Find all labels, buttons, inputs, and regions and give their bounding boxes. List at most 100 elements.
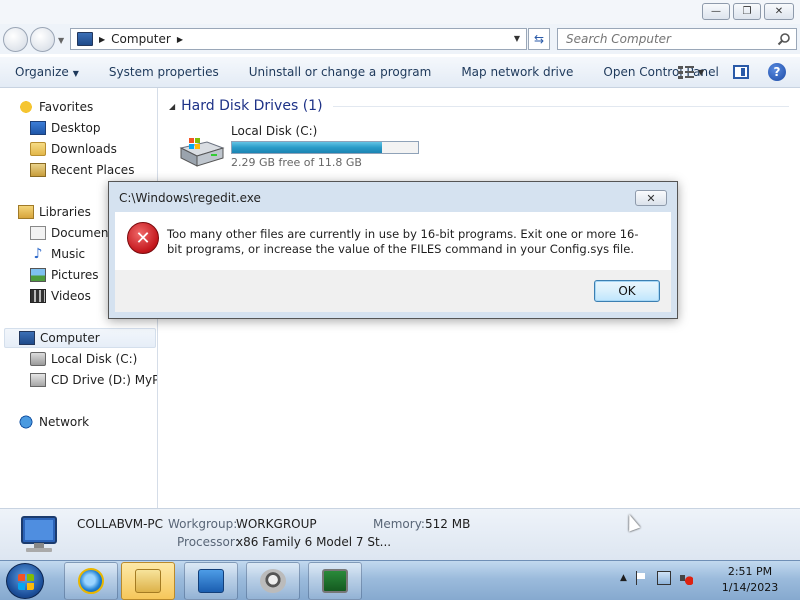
nav-network[interactable]: Network <box>18 412 89 432</box>
nav-documents[interactable]: Documents <box>30 223 119 243</box>
nav-pictures-label: Pictures <box>51 268 99 282</box>
forward-button[interactable] <box>30 27 55 52</box>
view-details-icon <box>678 65 694 79</box>
hard-disk-icon <box>30 352 46 366</box>
music-note-icon: ♪ <box>33 246 43 262</box>
computer-icon <box>77 32 93 46</box>
breadcrumb-arrow-icon[interactable]: ▶ <box>177 35 183 44</box>
internet-explorer-icon <box>78 568 104 594</box>
system-tray: ▲ <box>620 571 693 585</box>
window-titlebar: — ❐ ✕ <box>0 0 800 24</box>
computer-icon <box>19 331 35 345</box>
error-dialog: C:\Windows\regedit.exe ✕ ✕ Too many othe… <box>108 181 678 319</box>
taskbar-clock[interactable]: 2:51 PM 1/14/2023 <box>712 564 788 596</box>
nav-pictures[interactable]: Pictures <box>30 265 99 285</box>
details-pane: COLLABVM-PC Workgroup: WORKGROUP Memory:… <box>0 508 800 560</box>
breadcrumb-arrow-icon[interactable]: ▶ <box>99 35 105 44</box>
nav-music[interactable]: ♪ Music <box>30 244 86 264</box>
nav-videos[interactable]: Videos <box>30 286 91 306</box>
recent-pages-dropdown-icon[interactable]: ▼ <box>58 36 64 45</box>
nav-local-disk[interactable]: Local Disk (C:) <box>30 349 137 369</box>
drive-usage-fill <box>232 142 382 153</box>
map-network-drive-button[interactable]: Map network drive <box>446 65 588 79</box>
address-row: ▼ ▶ Computer ▶ ▼ ⇆ <box>0 24 800 54</box>
nav-network-label: Network <box>39 415 90 429</box>
search-icon[interactable] <box>777 32 791 46</box>
address-dropdown-icon[interactable]: ▼ <box>514 34 520 43</box>
nav-recent-label: Recent Places <box>51 163 135 177</box>
processor-label: Processor: <box>177 535 239 549</box>
ok-button[interactable]: OK <box>594 280 660 302</box>
chevron-down-icon: ▼ <box>698 67 705 77</box>
maximize-button[interactable]: ❐ <box>733 3 761 20</box>
system-properties-button[interactable]: System properties <box>94 65 234 79</box>
libraries-icon <box>18 205 34 219</box>
uninstall-program-button[interactable]: Uninstall or change a program <box>234 65 447 79</box>
refresh-button[interactable]: ⇆ <box>528 28 550 50</box>
memory-label: Memory: <box>373 517 425 531</box>
breadcrumb-computer[interactable]: Computer <box>111 32 171 46</box>
processor-value: x86 Family 6 Model 7 St... <box>236 535 392 549</box>
downloads-folder-icon <box>30 142 46 156</box>
change-view-button[interactable]: ▼ <box>678 65 704 79</box>
error-icon: ✕ <box>127 222 159 254</box>
volume-muted-icon[interactable] <box>678 571 693 585</box>
nav-recent-places[interactable]: Recent Places <box>30 160 134 180</box>
nav-favorites-label: Favorites <box>39 100 94 114</box>
dialog-close-button[interactable]: ✕ <box>635 190 667 206</box>
address-bar[interactable]: ▶ Computer ▶ ▼ <box>70 28 527 50</box>
search-input[interactable] <box>558 29 768 49</box>
dialog-footer: OK <box>115 270 671 312</box>
taskbar-windows-explorer[interactable] <box>121 562 175 600</box>
organize-label: Organize <box>15 65 69 79</box>
group-title: Hard Disk Drives (1) <box>181 98 323 114</box>
nav-libraries[interactable]: Libraries <box>18 202 91 222</box>
raccoon-icon <box>260 569 286 593</box>
hard-drive-icon[interactable] <box>177 134 225 168</box>
nav-music-label: Music <box>51 247 86 261</box>
computer-monitor-icon <box>21 516 57 552</box>
dialog-message: Too many other files are currently in us… <box>167 227 639 256</box>
nav-desktop[interactable]: Desktop <box>30 118 101 138</box>
drive-free-space: 2.29 GB free of 11.8 GB <box>231 156 362 169</box>
minimize-button[interactable]: — <box>702 3 730 20</box>
nav-downloads[interactable]: Downloads <box>30 139 117 159</box>
nav-local-disk-label: Local Disk (C:) <box>51 352 138 366</box>
explorer-folder-icon <box>135 569 161 593</box>
back-button[interactable] <box>3 27 28 52</box>
desktop-icon <box>30 121 46 135</box>
show-hidden-icons-icon[interactable]: ▲ <box>620 573 627 583</box>
start-button[interactable] <box>6 563 44 599</box>
computer-name: COLLABVM-PC <box>77 517 164 531</box>
collapse-triangle-icon[interactable]: ◢ <box>169 102 175 111</box>
preview-pane-button[interactable] <box>733 65 749 79</box>
network-tray-icon[interactable] <box>656 571 671 585</box>
group-header[interactable]: ◢ Hard Disk Drives (1) <box>169 98 789 114</box>
network-globe-icon <box>18 415 34 429</box>
help-button[interactable]: ? <box>768 63 786 81</box>
action-center-flag-icon[interactable] <box>634 571 649 585</box>
search-box[interactable] <box>557 28 797 50</box>
taskbar-media-player[interactable] <box>184 562 238 600</box>
media-player-icon <box>198 569 224 593</box>
nav-favorites[interactable]: Favorites <box>18 97 93 117</box>
videos-icon <box>30 289 46 303</box>
workgroup-value: WORKGROUP <box>236 517 317 531</box>
clock-time: 2:51 PM <box>727 565 773 578</box>
documents-icon <box>30 226 46 240</box>
drive-name[interactable]: Local Disk (C:) <box>231 124 317 138</box>
taskbar-raccoon-app[interactable] <box>246 562 300 600</box>
open-control-panel-button[interactable]: Open Control Panel <box>588 65 733 79</box>
nav-downloads-label: Downloads <box>51 142 117 156</box>
nav-videos-label: Videos <box>51 289 91 303</box>
pictures-icon <box>30 268 46 282</box>
chevron-down-icon: ▼ <box>72 69 79 78</box>
group-divider <box>332 105 789 107</box>
close-button[interactable]: ✕ <box>764 3 794 20</box>
nav-computer[interactable]: Computer <box>4 328 156 348</box>
taskbar-monitor-app[interactable] <box>308 562 362 600</box>
taskbar: ▲ 2:51 PM 1/14/2023 <box>0 560 800 600</box>
taskbar-internet-explorer[interactable] <box>64 562 118 600</box>
nav-cd-drive[interactable]: CD Drive (D:) MyPal <box>30 370 157 390</box>
organize-menu[interactable]: Organize ▼ <box>0 65 94 79</box>
